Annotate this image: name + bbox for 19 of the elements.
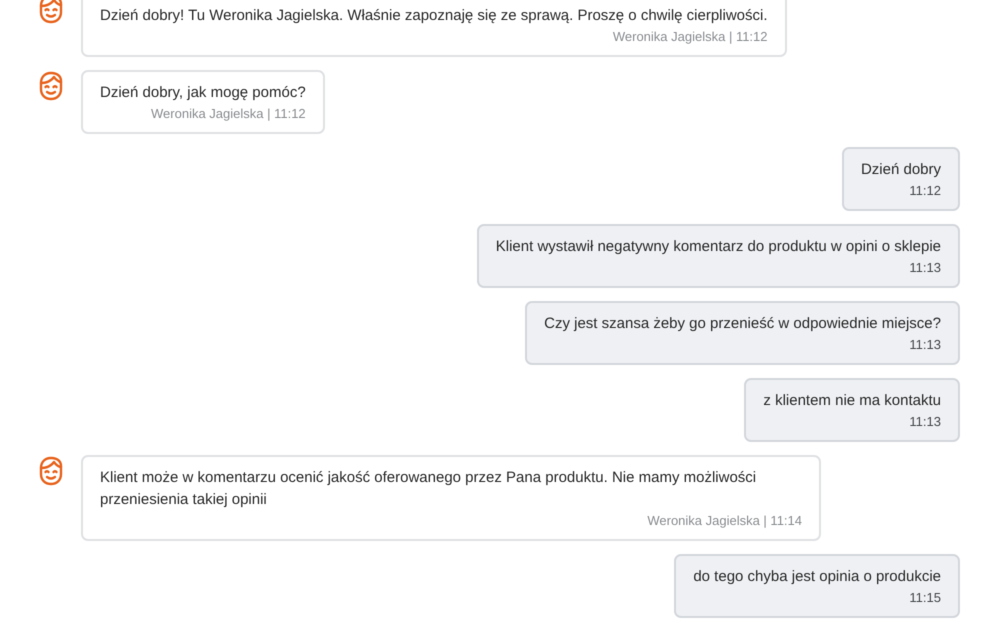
avatar-icon (37, 456, 65, 486)
avatar-icon (37, 0, 65, 24)
message-meta: 11:12 (908, 182, 941, 200)
message-text: Dzień dobry, jak mogę pomóc? (100, 83, 306, 103)
message-text: Klient wystawił negatywny komentarz do produktu w opini o sklepie (496, 237, 941, 257)
message-text: Dzień dobry (860, 160, 941, 180)
message-meta: Weronika Jagielska | 11:12 (612, 28, 768, 46)
message-text: do tego chyba jest opinia o produkcie (693, 567, 941, 587)
message-meta: 11:13 (908, 413, 941, 431)
message-text: Klient może w komentarzu ocenić jakość oferowanego przez Pana produktu. Nie mamy możliwości przeniesienia takiej opinii (100, 468, 758, 510)
message-meta: Weronika Jagielska | 11:12 (150, 105, 306, 123)
message-text: Dzień dobry! Tu Weronika Jagielska. Właśnie zapoznaję się ze sprawą. Proszę o chwilę cierpliwości. (100, 6, 768, 26)
message-text: z klientem nie ma kontaktu (763, 391, 941, 411)
message-meta: 11:13 (908, 336, 941, 354)
message-text: Czy jest szansa żeby go przenieść w odpowiednie miejsce? (544, 314, 941, 334)
message-meta: 11:15 (908, 589, 941, 607)
avatar-icon (37, 71, 65, 101)
message-meta: Weronika Jagielska | 11:14 (646, 512, 802, 530)
message-meta: 11:13 (908, 259, 941, 277)
